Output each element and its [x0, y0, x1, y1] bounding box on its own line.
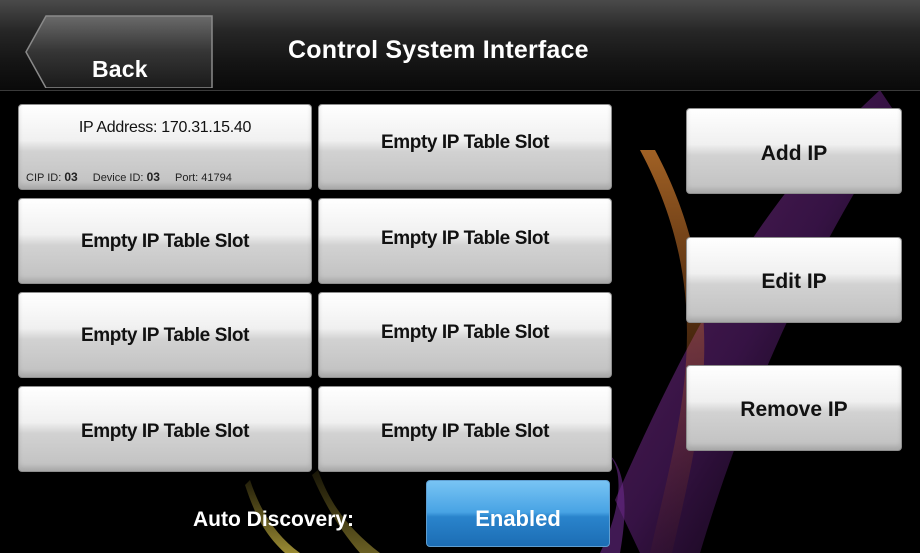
back-button-label: Back: [92, 56, 148, 82]
slot-label: Empty IP Table Slot: [380, 132, 549, 153]
edit-ip-button[interactable]: Edit IP: [686, 237, 902, 323]
remove-ip-button[interactable]: Remove IP: [686, 365, 902, 451]
port-label: Port:: [174, 172, 199, 184]
slot-label: Empty IP Table Slot: [380, 228, 549, 249]
ip-slot-6[interactable]: Empty IP Table Slot: [318, 292, 612, 378]
slot-label: Empty IP Table Slot: [380, 421, 549, 442]
slot-label: Empty IP Table Slot: [80, 325, 249, 346]
slot-label: Empty IP Table Slot: [80, 231, 249, 252]
ip-address-text: IP Address: 170.31.15.40: [78, 119, 252, 136]
header-bar: Back Control System Interface: [0, 0, 920, 91]
ip-slot-8[interactable]: Empty IP Table Slot: [318, 386, 612, 472]
ip-slot-2[interactable]: Empty IP Table Slot: [318, 104, 612, 190]
add-ip-label: Add IP: [760, 142, 828, 165]
edit-ip-label: Edit IP: [761, 270, 827, 293]
auto-discovery-toggle[interactable]: Enabled: [426, 480, 610, 547]
device-id-value: 03: [146, 170, 160, 184]
ip-slot-5[interactable]: Empty IP Table Slot: [18, 292, 312, 378]
cip-id-value: 03: [64, 170, 78, 184]
ip-slot-7[interactable]: Empty IP Table Slot: [18, 386, 312, 472]
ip-slot-details: CIP ID: 03 Device ID: 03 Port: 41794: [26, 170, 307, 184]
auto-discovery-label: Auto Discovery:: [193, 508, 355, 531]
slot-label: Empty IP Table Slot: [380, 322, 549, 343]
ip-slot-3[interactable]: Empty IP Table Slot: [18, 198, 312, 284]
port-value: 41794: [201, 172, 232, 184]
auto-discovery-value: Enabled: [475, 505, 561, 531]
remove-ip-label: Remove IP: [740, 398, 848, 421]
page-title: Control System Interface: [288, 36, 589, 64]
ip-slot-1[interactable]: IP Address: 170.31.15.40 CIP ID: 03 Devi…: [18, 104, 312, 190]
add-ip-button[interactable]: Add IP: [686, 108, 902, 194]
ip-slot-4[interactable]: Empty IP Table Slot: [318, 198, 612, 284]
device-id-label: Device ID:: [92, 172, 144, 184]
cip-id-label: CIP ID:: [26, 172, 62, 184]
slot-label: Empty IP Table Slot: [80, 421, 249, 442]
back-button[interactable]: Back: [24, 14, 214, 88]
